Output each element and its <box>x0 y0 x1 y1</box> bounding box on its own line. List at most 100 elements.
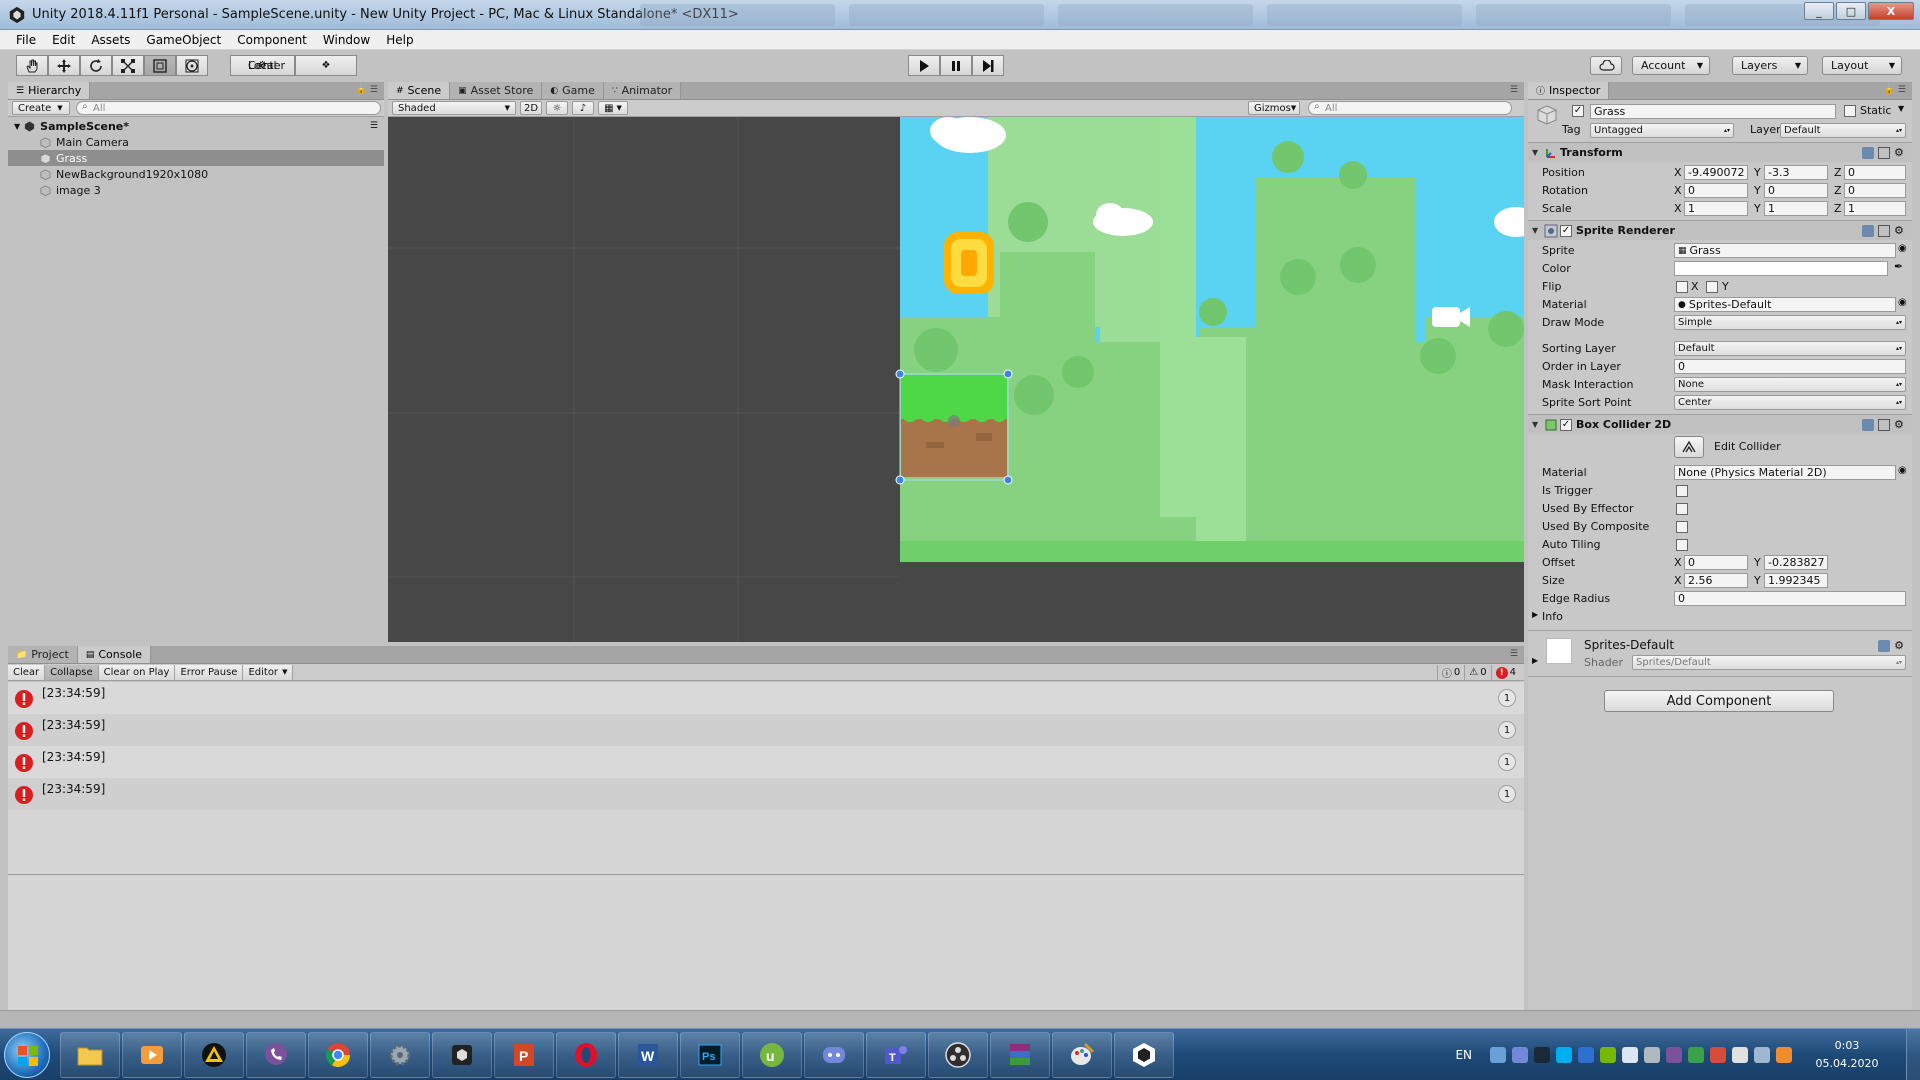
order-in-layer-input[interactable]: 0 <box>1674 359 1906 374</box>
size-y-input[interactable]: 1.992345 <box>1764 573 1828 588</box>
taskbar-utorrent[interactable]: u <box>742 1032 802 1078</box>
object-name-input[interactable]: Grass <box>1590 104 1836 119</box>
panel-menu-icon[interactable]: ☰ <box>1510 85 1518 95</box>
tab-game[interactable]: ◐ Game <box>542 82 604 99</box>
minimize-button[interactable]: _ <box>1804 2 1834 20</box>
gear-icon[interactable]: ⚙ <box>1894 224 1906 237</box>
object-picker-icon[interactable]: ◉ <box>1898 297 1907 308</box>
transform-tool-button[interactable] <box>176 55 208 76</box>
panel-menu-icon[interactable]: 🔒 ☰ <box>1884 85 1906 95</box>
menu-component[interactable]: Component <box>229 33 315 47</box>
shader-dropdown[interactable]: Sprites/Default <box>1632 655 1906 670</box>
menu-assets[interactable]: Assets <box>83 33 138 47</box>
expand-triangle-icon[interactable]: ▶ <box>1532 656 1538 665</box>
tray-antivirus-icon[interactable] <box>1776 1047 1792 1063</box>
tray-onedrive-icon[interactable] <box>1622 1047 1638 1063</box>
tray-viber-icon[interactable] <box>1666 1047 1682 1063</box>
auto-tiling-checkbox[interactable] <box>1676 539 1688 551</box>
hierarchy-item-grass[interactable]: Grass <box>8 150 384 166</box>
tray-usb-icon[interactable] <box>1644 1047 1660 1063</box>
taskbar-alert-app[interactable] <box>184 1032 244 1078</box>
edit-collider-button[interactable] <box>1674 436 1704 458</box>
static-dropdown-caret-icon[interactable]: ▼ <box>1898 104 1904 113</box>
flip-x-checkbox[interactable] <box>1676 281 1688 293</box>
menu-window[interactable]: Window <box>315 33 378 47</box>
sprite-object-field[interactable]: ▦ Grass <box>1674 243 1896 258</box>
position-x-input[interactable]: -9.490072 <box>1684 165 1748 180</box>
gear-icon[interactable]: ⚙ <box>1894 146 1906 159</box>
language-indicator[interactable]: EN <box>1455 1048 1472 1062</box>
rotation-x-input[interactable]: 0 <box>1684 183 1748 198</box>
tray-flag-icon[interactable] <box>1710 1047 1726 1063</box>
hierarchy-item-image-3[interactable]: image 3 <box>8 182 384 198</box>
used-by-effector-checkbox[interactable] <box>1676 503 1688 515</box>
audio-toggle[interactable]: ♪ <box>572 101 594 115</box>
start-button[interactable] <box>4 1032 50 1078</box>
tray-volume-icon[interactable] <box>1732 1047 1748 1063</box>
tray-discord-icon[interactable] <box>1512 1047 1528 1063</box>
tray-shield-icon[interactable] <box>1688 1047 1704 1063</box>
tray-bluetooth-icon[interactable] <box>1578 1047 1594 1063</box>
menu-help[interactable]: Help <box>378 33 421 47</box>
menu-edit[interactable]: Edit <box>44 33 83 47</box>
scene-viewport[interactable] <box>388 117 1524 642</box>
collab-cloud-button[interactable] <box>1590 56 1622 75</box>
hierarchy-item-newbackground[interactable]: NewBackground1920x1080 <box>8 166 384 182</box>
move-tool-button[interactable] <box>48 55 80 76</box>
maximize-button[interactable]: □ <box>1836 2 1866 20</box>
transform-header[interactable]: ▼ Transform ⚙ <box>1528 142 1912 162</box>
taskbar-clock[interactable]: 0:03 05.04.2020 <box>1812 1037 1882 1073</box>
is-trigger-checkbox[interactable] <box>1676 485 1688 497</box>
effects-dropdown[interactable]: ▦ ▼ <box>598 101 628 115</box>
step-button[interactable] <box>972 55 1004 76</box>
hierarchy-item-main-camera[interactable]: Main Camera <box>8 134 384 150</box>
error-pause-toggle[interactable]: Error Pause <box>175 664 244 680</box>
sorting-layer-dropdown[interactable]: Default <box>1674 341 1906 356</box>
position-y-input[interactable]: -3.3 <box>1764 165 1828 180</box>
layout-dropdown[interactable]: Layout ▼ <box>1822 56 1902 75</box>
offset-x-input[interactable]: 0 <box>1684 555 1748 570</box>
shading-mode-dropdown[interactable]: Shaded ▼ <box>392 101 516 115</box>
active-checkbox[interactable]: ✓ <box>1572 105 1584 117</box>
static-checkbox[interactable] <box>1844 105 1856 117</box>
help-book-icon[interactable] <box>1862 418 1874 431</box>
taskbar-powerpoint[interactable]: P <box>494 1032 554 1078</box>
log-entry[interactable]: [23:34:59] 1 <box>8 746 1524 778</box>
tag-dropdown[interactable]: Untagged <box>1590 123 1734 138</box>
taskbar-chrome[interactable] <box>308 1032 368 1078</box>
gear-icon[interactable]: ⚙ <box>1894 418 1906 431</box>
pause-button[interactable] <box>940 55 972 76</box>
tray-nvidia-icon[interactable] <box>1600 1047 1616 1063</box>
error-count-toggle[interactable]: ! 4 <box>1490 665 1520 680</box>
rect-tool-button[interactable] <box>144 55 176 76</box>
space-local-button[interactable]: ❖ Local <box>248 55 357 76</box>
preset-icon[interactable] <box>1878 146 1890 159</box>
tab-console[interactable]: ▤ Console <box>77 646 152 663</box>
preset-icon[interactable] <box>1878 224 1890 237</box>
hierarchy-search-input[interactable]: All <box>76 101 381 115</box>
tray-network-icon[interactable] <box>1490 1047 1506 1063</box>
hand-tool-button[interactable] <box>16 55 48 76</box>
taskbar-opera[interactable] <box>556 1032 616 1078</box>
sprite-sort-point-dropdown[interactable]: Center <box>1674 395 1906 410</box>
help-book-icon[interactable] <box>1862 146 1874 159</box>
scale-tool-button[interactable] <box>112 55 144 76</box>
lighting-toggle[interactable]: ☼ <box>546 101 568 115</box>
log-entry[interactable]: [23:34:59] 1 <box>8 778 1524 810</box>
play-button[interactable] <box>908 55 940 76</box>
grass-sprite[interactable] <box>901 375 1007 477</box>
taskbar-winrar[interactable] <box>990 1032 1050 1078</box>
help-book-icon[interactable] <box>1878 640 1891 652</box>
flip-y-checkbox[interactable] <box>1706 281 1718 293</box>
gizmos-dropdown[interactable]: Gizmos ▼ <box>1248 101 1300 115</box>
scale-x-input[interactable]: 1 <box>1684 201 1748 216</box>
tab-animator[interactable]: ∵ Animator <box>603 82 682 99</box>
taskbar-obs[interactable] <box>928 1032 988 1078</box>
rotate-tool-button[interactable] <box>80 55 112 76</box>
offset-y-input[interactable]: -0.283827 <box>1764 555 1828 570</box>
size-x-input[interactable]: 2.56 <box>1684 573 1748 588</box>
taskbar-discord[interactable] <box>804 1032 864 1078</box>
rotation-y-input[interactable]: 0 <box>1764 183 1828 198</box>
tab-inspector[interactable]: ⓘ Inspector <box>1528 82 1610 99</box>
clear-on-play-toggle[interactable]: Clear on Play <box>98 664 176 680</box>
